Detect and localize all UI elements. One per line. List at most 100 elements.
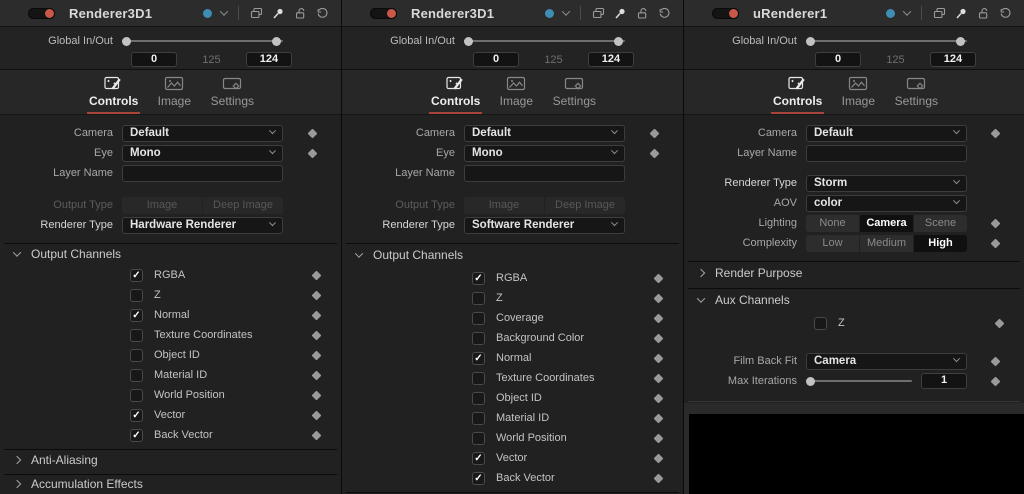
film-back-fit-select[interactable]: Camera [806, 353, 967, 370]
checkbox[interactable] [130, 289, 143, 302]
slider-handle-out[interactable] [272, 37, 281, 46]
segment-camera[interactable]: Camera [860, 215, 913, 232]
eye-select[interactable]: Mono [122, 145, 283, 162]
keyframe-diamond-icon[interactable] [653, 473, 663, 483]
keyframe-diamond-icon[interactable] [307, 148, 317, 158]
checkbox[interactable] [472, 372, 485, 385]
eye-select[interactable]: Mono [464, 145, 625, 162]
keyframe-diamond-icon[interactable] [991, 238, 1001, 248]
keyframe-diamond-icon[interactable] [311, 350, 321, 360]
checkbox[interactable]: ✓ [130, 269, 143, 282]
slider-handle-in[interactable] [122, 37, 131, 46]
pin-icon[interactable] [614, 7, 627, 20]
keyframe-diamond-icon[interactable] [311, 430, 321, 440]
chevron-down-icon[interactable] [562, 7, 570, 15]
lock-open-icon[interactable] [636, 7, 649, 20]
checkbox[interactable] [472, 292, 485, 305]
keyframe-diamond-icon[interactable] [991, 128, 1001, 138]
version-color-dot[interactable] [886, 9, 895, 18]
node-enable-toggle[interactable] [28, 8, 55, 19]
checkbox[interactable] [814, 317, 827, 330]
section-aux-channels[interactable]: Aux Channels [684, 289, 1024, 311]
checkbox[interactable] [472, 332, 485, 345]
copy-icon[interactable] [933, 7, 946, 20]
keyframe-diamond-icon[interactable] [653, 333, 663, 343]
slider-handle-out[interactable] [956, 37, 965, 46]
chevron-down-icon[interactable] [903, 7, 911, 15]
section-render-purpose[interactable]: Render Purpose [684, 262, 1024, 284]
slider-handle-in[interactable] [806, 37, 815, 46]
segment-deep-image[interactable]: Deep Image [545, 197, 625, 214]
global-out-input[interactable]: 124 [246, 52, 292, 67]
layer-name-input[interactable] [464, 165, 625, 182]
global-in-input[interactable]: 0 [815, 52, 861, 67]
copy-icon[interactable] [250, 7, 263, 20]
global-out-input[interactable]: 124 [930, 52, 976, 67]
tab-settings[interactable]: Settings [549, 72, 599, 114]
keyframe-diamond-icon[interactable] [311, 290, 321, 300]
keyframe-diamond-icon[interactable] [311, 270, 321, 280]
checkbox[interactable] [130, 389, 143, 402]
tab-settings[interactable]: Settings [891, 72, 941, 114]
reset-icon[interactable] [999, 7, 1012, 20]
keyframe-diamond-icon[interactable] [649, 148, 659, 158]
keyframe-diamond-icon[interactable] [307, 128, 317, 138]
checkbox[interactable]: ✓ [130, 409, 143, 422]
checkbox[interactable] [472, 392, 485, 405]
segment-medium[interactable]: Medium [860, 235, 913, 252]
checkbox[interactable]: ✓ [472, 452, 485, 465]
keyframe-diamond-icon[interactable] [994, 318, 1004, 328]
keyframe-diamond-icon[interactable] [653, 453, 663, 463]
segment-low[interactable]: Low [806, 235, 859, 252]
global-in-out-slider[interactable] [806, 33, 967, 49]
keyframe-diamond-icon[interactable] [991, 376, 1001, 386]
keyframe-diamond-icon[interactable] [991, 356, 1001, 366]
camera-select[interactable]: Default [806, 125, 967, 142]
slider-handle-out[interactable] [614, 37, 623, 46]
chevron-down-icon[interactable] [220, 7, 228, 15]
keyframe-diamond-icon[interactable] [653, 313, 663, 323]
lock-open-icon[interactable] [977, 7, 990, 20]
checkbox[interactable] [472, 412, 485, 425]
segment-image[interactable]: Image [122, 197, 202, 214]
aov-select[interactable]: color [806, 195, 967, 212]
keyframe-diamond-icon[interactable] [311, 410, 321, 420]
checkbox[interactable] [130, 349, 143, 362]
keyframe-diamond-icon[interactable] [649, 128, 659, 138]
tab-controls[interactable]: Controls [770, 72, 825, 114]
checkbox[interactable] [130, 369, 143, 382]
keyframe-diamond-icon[interactable] [653, 353, 663, 363]
keyframe-diamond-icon[interactable] [311, 330, 321, 340]
camera-select[interactable]: Default [122, 125, 283, 142]
keyframe-diamond-icon[interactable] [653, 273, 663, 283]
global-in-input[interactable]: 0 [473, 52, 519, 67]
node-enable-toggle[interactable] [370, 8, 397, 19]
section-output-channels[interactable]: Output Channels [342, 244, 683, 266]
version-color-dot[interactable] [545, 9, 554, 18]
keyframe-diamond-icon[interactable] [653, 373, 663, 383]
segment-image[interactable]: Image [464, 197, 544, 214]
segment-high[interactable]: High [914, 235, 967, 252]
tab-image[interactable]: Image [149, 72, 199, 114]
layer-name-input[interactable] [806, 145, 967, 162]
renderer-type-select[interactable]: Hardware Renderer [122, 217, 283, 234]
max-iterations-input[interactable]: 1 [921, 373, 967, 389]
section-accumulation-effects[interactable]: Accumulation Effects [0, 475, 341, 494]
tab-image[interactable]: Image [491, 72, 541, 114]
checkbox[interactable]: ✓ [130, 429, 143, 442]
checkbox[interactable] [472, 312, 485, 325]
global-in-input[interactable]: 0 [131, 52, 177, 67]
segment-scene[interactable]: Scene [914, 215, 967, 232]
node-enable-toggle[interactable] [712, 8, 739, 19]
camera-select[interactable]: Default [464, 125, 625, 142]
tab-image[interactable]: Image [833, 72, 883, 114]
global-in-out-slider[interactable] [122, 33, 283, 49]
keyframe-diamond-icon[interactable] [311, 370, 321, 380]
version-color-dot[interactable] [203, 9, 212, 18]
renderer-type-select[interactable]: Software Renderer [464, 217, 625, 234]
keyframe-diamond-icon[interactable] [653, 413, 663, 423]
tab-controls[interactable]: Controls [428, 72, 483, 114]
checkbox[interactable] [472, 432, 485, 445]
copy-icon[interactable] [592, 7, 605, 20]
section-output-channels[interactable]: Output Channels [0, 244, 341, 263]
